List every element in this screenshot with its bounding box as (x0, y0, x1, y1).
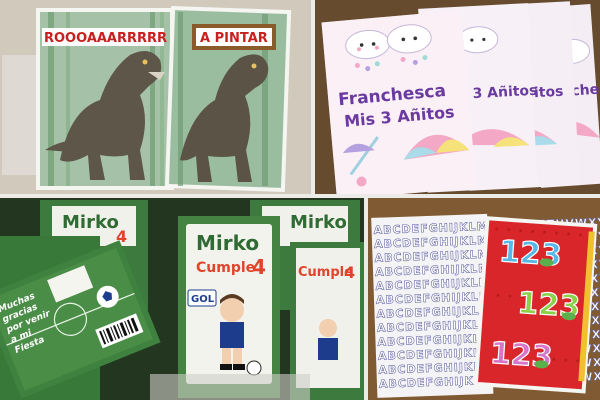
cloud-booklets-scene: Franchesca Mis 3 Añitos (315, 0, 600, 194)
photo-alphabet-numbers: ABCDEFGHIJKLMNOPQRSTUVWXYZ ABCDEFGHIJKLM… (368, 198, 600, 400)
football-chocolates-scene: Mirko 4 Mirko Muchas gracias por venir a… (0, 198, 364, 400)
photo-football-chocolates: Mirko 4 Mirko Muchas gracias por venir a… (0, 198, 364, 400)
mirko-wrapper-main: Mirko Cumple 4 GOL (178, 216, 280, 398)
mirko-name-main: Mirko (196, 231, 259, 255)
numbers-top: 123 (498, 234, 563, 273)
dinosaur-book-cover-1: ROOOAAARRRRR (36, 8, 174, 190)
alphabet-numbers-scene: ABCDEFGHIJKLMNOPQRSTUVWXYZ ABCDEFGHIJKLM… (368, 198, 600, 400)
numbers-notebook: 123 123 123 (473, 216, 598, 394)
mirko-event-main: Cumple (196, 260, 255, 276)
mirko-name-back-1: Mirko (62, 212, 119, 233)
dino-banner-text-1: ROOOAAARRRRR (44, 31, 167, 46)
dino-banner-text-2: A PINTAR (200, 31, 268, 46)
numbers-bottom: 123 (489, 336, 554, 375)
photo-cloud-booklets: Franchesca Mis 3 Añitos (315, 0, 600, 194)
photo-collage: ROOOAAARRRRR A PINTAR Añitos Mis 3 Añito… (0, 0, 600, 400)
mirko-name-back-2: Mirko (290, 212, 347, 233)
dinosaur-book-cover-2: A PINTAR (164, 5, 292, 193)
gol-badge: GOL (191, 294, 215, 305)
cloud-booklet-1: Franchesca Mis 3 Añitos (321, 10, 477, 194)
boy-head (220, 298, 244, 322)
photo-dinosaur-books: ROOOAAARRRRR A PINTAR (0, 0, 311, 194)
mirko-age-main: 4 (252, 255, 266, 279)
mirko-age-right: 4 (344, 263, 355, 282)
dinosaur-books-scene: ROOOAAARRRRR A PINTAR (0, 0, 311, 194)
